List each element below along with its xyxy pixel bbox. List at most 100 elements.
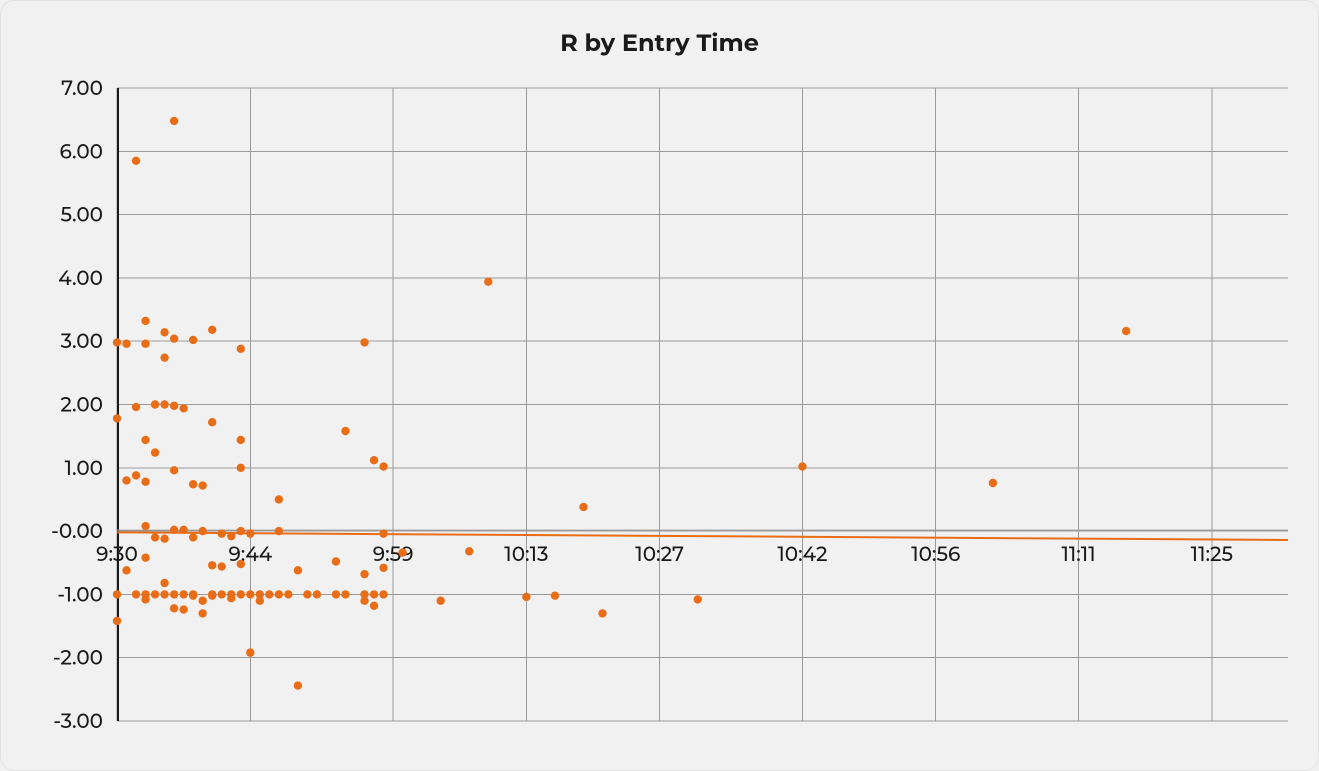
data-point [484, 277, 492, 285]
data-point [160, 353, 168, 361]
data-point [465, 547, 473, 555]
data-point [151, 590, 159, 598]
data-point [151, 448, 159, 456]
data-point [265, 590, 273, 598]
data-point [551, 591, 559, 599]
y-tick-label: -3.00 [53, 710, 103, 734]
data-point [360, 570, 368, 578]
data-point [218, 590, 226, 598]
data-point [208, 561, 216, 569]
plot-area: -3.00-2.00-1.00-0.001.002.003.004.005.00… [21, 70, 1298, 741]
data-point [989, 479, 997, 487]
data-point [113, 414, 121, 422]
data-point [113, 590, 121, 598]
x-tick-label: 10:56 [911, 543, 960, 567]
data-point [198, 527, 206, 535]
data-point [141, 478, 149, 486]
y-tick-labels: -3.00-2.00-1.00-0.001.002.003.004.005.00… [51, 77, 103, 734]
data-point [294, 566, 302, 574]
chart-title: R by Entry Time [21, 29, 1298, 58]
data-points [113, 117, 1131, 690]
y-tick-label: 5.00 [61, 204, 103, 228]
data-point [132, 157, 140, 165]
data-point [132, 471, 140, 479]
data-point [218, 562, 226, 570]
data-point [141, 595, 149, 603]
scatter-chart: -3.00-2.00-1.00-0.001.002.003.004.005.00… [21, 70, 1298, 741]
data-point [208, 326, 216, 334]
data-point [189, 533, 197, 541]
data-point [1122, 327, 1130, 335]
data-point [160, 579, 168, 587]
data-point [141, 340, 149, 348]
data-point [694, 595, 702, 603]
x-tick-label: 10:27 [635, 543, 684, 567]
data-point [179, 526, 187, 534]
data-point [341, 427, 349, 435]
data-point [179, 605, 187, 613]
y-tick-label: 7.00 [61, 77, 103, 101]
data-point [237, 345, 245, 353]
data-point [208, 591, 216, 599]
data-point [132, 403, 140, 411]
data-point [275, 590, 283, 598]
data-point [170, 590, 178, 598]
data-point [179, 590, 187, 598]
data-point [246, 529, 254, 537]
data-point [122, 340, 130, 348]
chart-card: R by Entry Time -3.00-2.00-1.00-0.001.00… [0, 0, 1319, 771]
data-point [208, 418, 216, 426]
data-point [198, 481, 206, 489]
data-point [141, 522, 149, 530]
x-tick-labels: 9:309:449:5910:1310:2710:4210:5611:1111:… [96, 543, 1233, 567]
data-point [122, 566, 130, 574]
data-point [141, 317, 149, 325]
data-point [227, 594, 235, 602]
data-point [198, 597, 206, 605]
data-point [160, 328, 168, 336]
x-tick-label: 10:42 [777, 543, 827, 567]
data-point [275, 495, 283, 503]
y-tick-label: 1.00 [65, 457, 103, 481]
data-point [436, 597, 444, 605]
data-point [122, 476, 130, 484]
x-tick-label: 10:13 [504, 543, 548, 567]
data-point [170, 117, 178, 125]
y-tick-label: 6.00 [59, 140, 103, 164]
data-point [160, 534, 168, 542]
data-point [237, 464, 245, 472]
data-point [227, 532, 235, 540]
data-point [189, 591, 197, 599]
data-point [379, 564, 387, 572]
data-point [179, 404, 187, 412]
data-point [360, 597, 368, 605]
trend-line [117, 532, 1288, 540]
data-point [189, 480, 197, 488]
data-point [379, 462, 387, 470]
data-point [237, 436, 245, 444]
data-point [370, 602, 378, 610]
data-point [170, 334, 178, 342]
data-point [151, 533, 159, 541]
data-point [218, 529, 226, 537]
data-point [798, 462, 806, 470]
data-point [170, 604, 178, 612]
data-point [132, 590, 140, 598]
data-point [246, 590, 254, 598]
x-tick-label: 11:11 [1061, 543, 1095, 567]
data-point [332, 590, 340, 598]
data-point [303, 590, 311, 598]
data-point [237, 560, 245, 568]
data-point [160, 590, 168, 598]
data-point [341, 590, 349, 598]
data-point [237, 590, 245, 598]
data-point [598, 609, 606, 617]
data-point [370, 456, 378, 464]
data-point [113, 617, 121, 625]
data-point [237, 527, 245, 535]
data-point [256, 597, 264, 605]
data-point [170, 526, 178, 534]
x-tick-label: 9:59 [373, 543, 414, 567]
data-point [313, 590, 321, 598]
data-point [151, 400, 159, 408]
